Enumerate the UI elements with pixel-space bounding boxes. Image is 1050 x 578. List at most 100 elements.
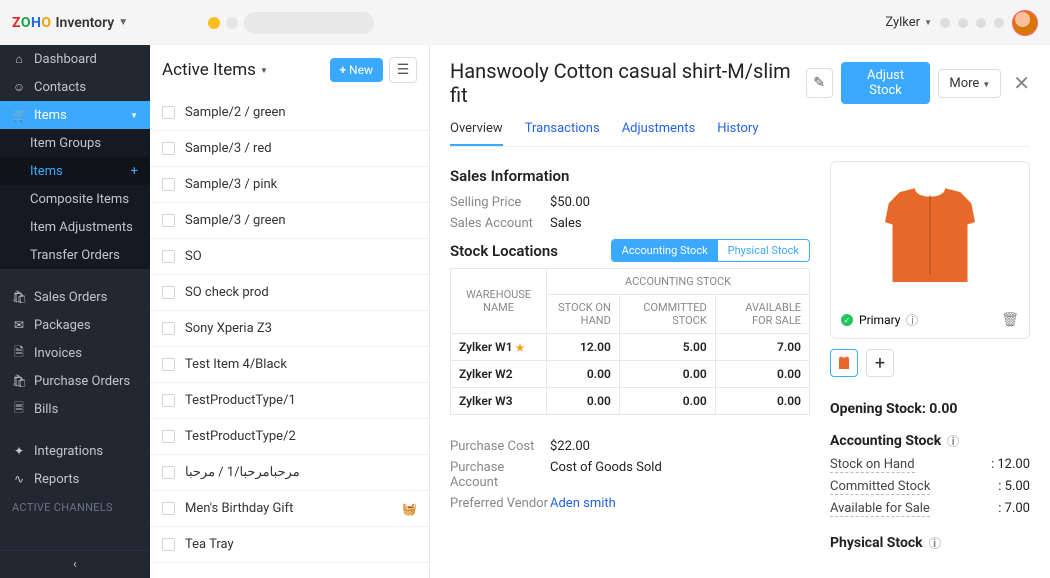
sidebar-item-items-sub[interactable]: Items + (0, 157, 150, 185)
info-icon[interactable]: i (929, 537, 941, 549)
info-icon[interactable]: i (947, 435, 959, 447)
list-item[interactable]: SO (150, 239, 429, 275)
close-icon[interactable]: ✕ (1013, 71, 1030, 95)
sidebar-item-integrations[interactable]: ✦Integrations (0, 437, 150, 465)
checkbox[interactable] (162, 394, 175, 407)
checkbox[interactable] (162, 106, 175, 119)
list-item[interactable]: Sony Xperia Z3 (150, 311, 429, 347)
checkbox[interactable] (162, 286, 175, 299)
list-menu-button[interactable]: ☰ (389, 57, 417, 83)
checkbox[interactable] (162, 178, 175, 191)
info-icon[interactable]: i (906, 314, 918, 326)
tab-adjustments[interactable]: Adjustments (622, 121, 696, 146)
company-switcher[interactable]: Zylker ▼ (885, 15, 932, 30)
primary-label: Primary (859, 313, 900, 327)
sidebar-item-contacts[interactable]: ☺Contacts (0, 73, 150, 101)
sidebar-item-transfer-orders[interactable]: Transfer Orders (0, 241, 150, 269)
checkbox[interactable] (162, 538, 175, 551)
sidebar-item-label: Items (34, 108, 67, 123)
sidebar-item-dashboard[interactable]: ⌂Dashboard (0, 45, 150, 73)
reports-icon: ∿ (12, 472, 26, 486)
list-item-label: Sample/2 / green (185, 105, 286, 120)
list-item-label: TestProductType/1 (185, 393, 296, 408)
list-item[interactable]: Sample/3 / red (150, 131, 429, 167)
list-item[interactable]: TestProductType/1 (150, 383, 429, 419)
checkbox[interactable] (162, 142, 175, 155)
brand-menu[interactable]: ZOHO Inventory ▼ (12, 15, 128, 31)
chevron-down-icon: ▼ (130, 111, 138, 120)
user-icon: ☺ (12, 80, 26, 94)
field-label: Purchase Account (450, 460, 550, 490)
tab-transactions[interactable]: Transactions (525, 121, 600, 146)
avatar[interactable] (1012, 10, 1038, 36)
pencil-icon: ✎ (813, 75, 825, 91)
list-item[interactable]: Sample/2 / green (150, 95, 429, 131)
table-row[interactable]: Zylker W1★12.005.007.00 (451, 334, 810, 361)
check-icon: ✓ (841, 314, 853, 326)
checkbox[interactable] (162, 430, 175, 443)
list-item[interactable]: Men's Birthday Gift🧺 (150, 491, 429, 527)
sidebar-item-label: Items (30, 164, 63, 179)
chevron-down-icon: ▼ (118, 17, 128, 28)
list-item-label: Sample/3 / pink (185, 177, 277, 192)
segment-physical[interactable]: Physical Stock (718, 240, 809, 261)
brand-name: Inventory (56, 15, 115, 31)
list-item[interactable]: مرحبامرحبا/1 / مرحبا (150, 455, 429, 491)
list-item-label: SO check prod (185, 285, 269, 300)
list-item[interactable]: SO check prod (150, 275, 429, 311)
sidebar-item-packages[interactable]: ✉Packages (0, 311, 150, 339)
checkbox[interactable] (162, 250, 175, 263)
table-row[interactable]: Zylker W20.000.000.00 (451, 361, 810, 388)
adjust-stock-button[interactable]: Adjust Stock (841, 62, 931, 104)
sidebar-item-items[interactable]: 🛒Items▼ (0, 101, 150, 129)
list-item[interactable]: Test Item 4/Black (150, 347, 429, 383)
list-item[interactable]: Sample/3 / green (150, 203, 429, 239)
sidebar-item-purchase-orders[interactable]: 🛍Purchase Orders (0, 367, 150, 395)
cell-committed: 0.00 (619, 388, 715, 415)
list-item[interactable]: Tea Tray (150, 527, 429, 563)
page-title: Hanswooly Cotton casual shirt-M/slim fit (450, 59, 798, 107)
list-item[interactable]: Sample/3 / pink (150, 167, 429, 203)
vendor-link[interactable]: Aden smith (550, 496, 616, 511)
edit-button[interactable]: ✎ (806, 68, 833, 98)
list-item-label: Tea Tray (185, 537, 234, 552)
checkbox[interactable] (162, 322, 175, 335)
sidebar-item-label: Dashboard (34, 52, 97, 67)
list-item[interactable]: TestProductType/2 (150, 419, 429, 455)
sidebar-item-adjustments[interactable]: Item Adjustments (0, 213, 150, 241)
checkbox[interactable] (162, 358, 175, 371)
sidebar-item-label: Reports (34, 472, 79, 487)
plus-icon[interactable]: + (131, 164, 138, 179)
th-soh: STOCK ON HAND (547, 295, 620, 334)
segment-accounting[interactable]: Accounting Stock (612, 240, 718, 261)
checkbox[interactable] (162, 466, 175, 479)
sidebar-item-invoices[interactable]: 🗎Invoices (0, 339, 150, 367)
sidebar-item-sales-orders[interactable]: 🛍Sales Orders (0, 283, 150, 311)
add-image-button[interactable]: + (866, 349, 894, 377)
side-label: Stock on Hand (830, 457, 915, 473)
list-item-label: Sample/3 / red (185, 141, 272, 156)
checkbox[interactable] (162, 214, 175, 227)
top-dot (958, 18, 968, 28)
sidebar-item-bills[interactable]: 🗏Bills (0, 395, 150, 423)
sidebar-item-composite[interactable]: Composite Items (0, 185, 150, 213)
new-button[interactable]: New (330, 58, 383, 82)
detail-panel: Hanswooly Cotton casual shirt-M/slim fit… (430, 45, 1050, 578)
tab-history[interactable]: History (717, 121, 758, 146)
list-item-label: TestProductType/2 (185, 429, 296, 444)
list-title-dropdown[interactable]: Active Items▼ (162, 60, 268, 80)
trash-icon[interactable]: 🗑 (1001, 312, 1019, 328)
sidebar-item-reports[interactable]: ∿ Reports (0, 465, 150, 493)
chevron-down-icon: ▼ (924, 18, 932, 27)
opening-stock: Opening Stock: 0.00 (830, 401, 1030, 417)
sidebar-item-item-groups[interactable]: Item Groups (0, 129, 150, 157)
table-row[interactable]: Zylker W30.000.000.00 (451, 388, 810, 415)
bag-icon: 🛍 (12, 374, 26, 388)
checkbox[interactable] (162, 502, 175, 515)
list-item-label: مرحبامرحبا/1 / مرحبا (185, 465, 300, 480)
field-label: Sales Account (450, 216, 550, 231)
tab-overview[interactable]: Overview (450, 121, 503, 146)
more-button[interactable]: More▼ (938, 69, 1001, 98)
thumbnail[interactable] (830, 349, 858, 377)
sidebar-collapse[interactable]: ‹ (0, 550, 150, 578)
